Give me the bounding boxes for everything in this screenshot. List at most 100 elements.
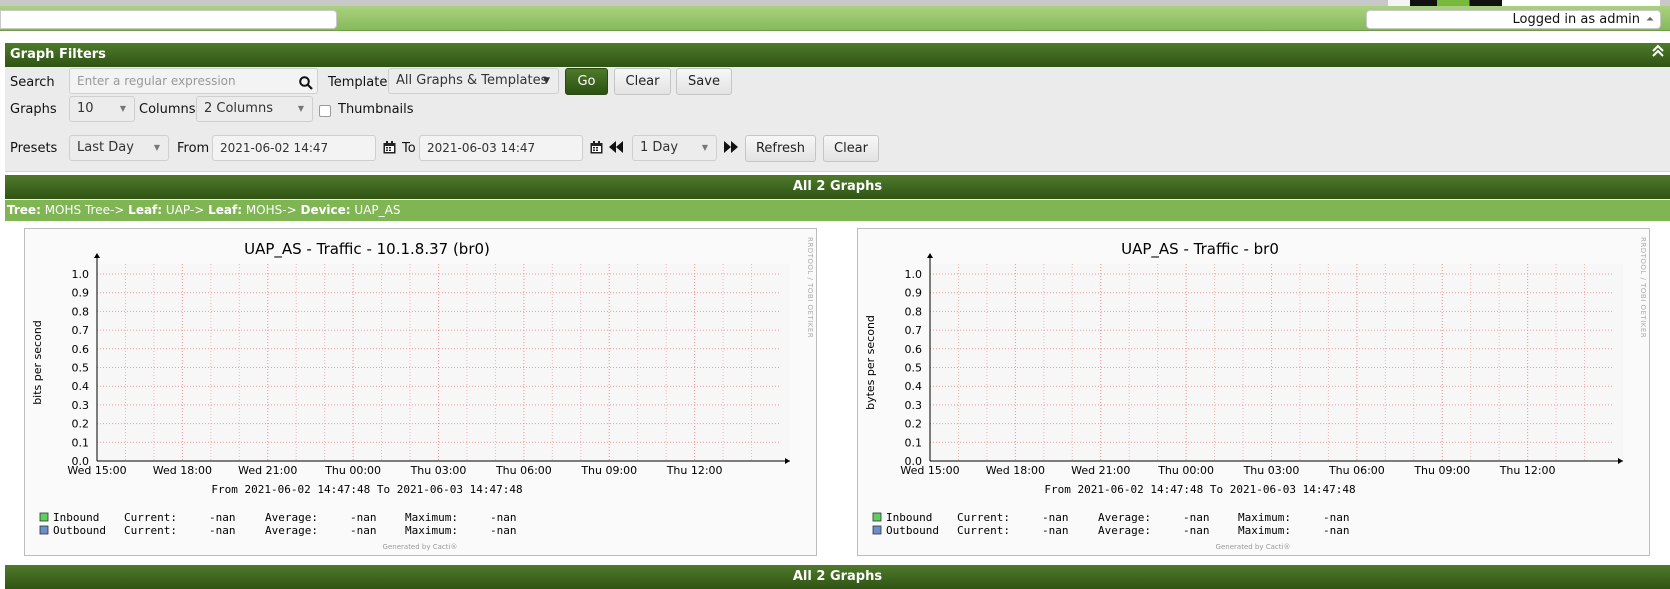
x-tick-label: Wed 18:00 bbox=[986, 464, 1045, 477]
presets-select[interactable]: Last Day ▼ bbox=[69, 135, 169, 161]
legend-maximum-label: Maximum: bbox=[405, 524, 458, 537]
breadcrumb[interactable] bbox=[0, 10, 337, 29]
presets-label: Presets bbox=[10, 141, 58, 156]
user-menu-label: Logged in as admin bbox=[1512, 12, 1640, 27]
timespan-value: 1 Day bbox=[640, 140, 679, 155]
thumbnails-label: Thumbnails bbox=[338, 102, 414, 117]
graph-card[interactable]: 0.0 0.1 0.2 0.3 0.4 0.5 0.6 0.7 0.8 0.9 1.0 Wed 15:… bbox=[857, 228, 1650, 556]
plot-area bbox=[97, 264, 790, 461]
to-date-value: 2021-06-03 14:47 bbox=[427, 141, 536, 155]
refresh-button[interactable]: Refresh bbox=[745, 135, 816, 162]
go-button[interactable]: Go bbox=[565, 68, 608, 95]
shift-left-icon[interactable] bbox=[609, 141, 624, 157]
leaf-value: MOHS-> bbox=[245, 203, 297, 217]
graph-card[interactable]: 0.0 0.1 0.2 0.3 0.4 0.5 0.6 0.7 0.8 0.9 1.0 Wed 15:… bbox=[24, 228, 817, 556]
graph-title: UAP_AS - Traffic - br0 bbox=[1121, 240, 1279, 259]
tree-value: MOHS Tree-> bbox=[44, 203, 125, 217]
x-tick-label: Wed 21:00 bbox=[1071, 464, 1130, 477]
section-header: All 2 Graphs bbox=[5, 175, 1670, 199]
columns-value: 2 Columns bbox=[204, 101, 273, 116]
legend-average-label: Average: bbox=[1098, 511, 1151, 524]
rrdtool-credit: RRDTOOL / TOBI OETIKER bbox=[1639, 237, 1647, 338]
x-tick-label: Thu 00:00 bbox=[324, 464, 381, 477]
legend-maximum-label: Maximum: bbox=[1238, 511, 1291, 524]
columns-label: Columns bbox=[139, 102, 196, 117]
legend-current-label: Current: bbox=[124, 511, 177, 524]
to-date-input[interactable]: 2021-06-03 14:47 bbox=[419, 135, 583, 161]
calendar-icon[interactable] bbox=[383, 141, 396, 158]
legend-swatch bbox=[872, 512, 882, 522]
graphs-label: Graphs bbox=[10, 102, 57, 117]
x-tick-label: Wed 15:00 bbox=[900, 464, 959, 477]
search-label: Search bbox=[10, 75, 55, 90]
legend-current-label: Current: bbox=[124, 524, 177, 537]
x-tick-label: Wed 18:00 bbox=[153, 464, 212, 477]
legend-swatch bbox=[39, 525, 49, 535]
y-tick-label: 0.6 bbox=[905, 343, 923, 356]
template-select[interactable]: All Graphs & Templates ▼ bbox=[388, 68, 559, 94]
legend-series-name: Outbound bbox=[886, 524, 939, 537]
user-menu[interactable]: Logged in as admin ⏶ bbox=[1366, 10, 1661, 29]
clear-timespan-button[interactable]: Clear bbox=[823, 135, 879, 162]
chevron-down-icon: ▼ bbox=[297, 104, 304, 113]
plot-area bbox=[930, 264, 1623, 461]
y-tick-label: 0.4 bbox=[905, 380, 923, 393]
legend-average-value: -nan bbox=[1183, 524, 1210, 537]
x-tick-label: Thu 06:00 bbox=[495, 464, 552, 477]
columns-select[interactable]: 2 Columns ▼ bbox=[196, 96, 313, 122]
y-tick-label: 0.9 bbox=[905, 287, 923, 300]
x-tick-label: Wed 21:00 bbox=[238, 464, 297, 477]
y-tick-label: 1.0 bbox=[72, 268, 90, 281]
presets-value: Last Day bbox=[77, 140, 134, 155]
y-tick-label: 0.6 bbox=[72, 343, 90, 356]
legend-current-value: -nan bbox=[209, 511, 236, 524]
search-input[interactable]: Enter a regular expression bbox=[69, 68, 318, 94]
double-chevron-up-icon[interactable] bbox=[1652, 43, 1664, 67]
y-tick-label: 0.2 bbox=[72, 418, 90, 431]
generated-by-label: Generated by Cacti® bbox=[1216, 543, 1291, 551]
y-tick-label: 0.7 bbox=[72, 324, 90, 337]
y-tick-label: 0.7 bbox=[905, 324, 923, 337]
y-tick-label: 0.8 bbox=[72, 305, 90, 318]
time-range-label: From 2021-06-02 14:47:48 To 2021-06-03 1… bbox=[1044, 483, 1355, 496]
graph-filters-title: Graph Filters bbox=[10, 47, 106, 62]
calendar-icon[interactable] bbox=[590, 141, 603, 158]
y-axis-arrow bbox=[94, 253, 100, 258]
graphs-per-page-select[interactable]: 10 ▼ bbox=[69, 96, 135, 122]
save-filter-button[interactable]: Save bbox=[676, 68, 732, 95]
x-tick-label: Thu 03:00 bbox=[1243, 464, 1300, 477]
to-label: To bbox=[402, 141, 416, 156]
shift-right-icon[interactable] bbox=[724, 141, 739, 157]
x-tick-label: Thu 09:00 bbox=[1413, 464, 1470, 477]
x-tick-label: Thu 06:00 bbox=[1328, 464, 1385, 477]
from-label: From bbox=[177, 141, 210, 156]
y-axis-label: bits per second bbox=[31, 320, 44, 405]
x-tick-label: Thu 09:00 bbox=[580, 464, 637, 477]
template-label: Template bbox=[328, 75, 388, 90]
rrdtool-credit: RRDTOOL / TOBI OETIKER bbox=[806, 237, 814, 338]
x-tick-label: Wed 15:00 bbox=[67, 464, 126, 477]
y-axis-label: bytes per second bbox=[864, 315, 877, 410]
legend-current-value: -nan bbox=[1042, 524, 1069, 537]
chevron-down-icon: ▼ bbox=[701, 143, 708, 152]
legend-swatch bbox=[39, 512, 49, 522]
clear-filter-button[interactable]: Clear bbox=[614, 68, 671, 95]
legend-maximum-label: Maximum: bbox=[405, 511, 458, 524]
search-icon[interactable] bbox=[299, 74, 313, 98]
timespan-select[interactable]: 1 Day ▼ bbox=[632, 135, 717, 161]
legend-series-name: Outbound bbox=[53, 524, 106, 537]
thumbnails-checkbox[interactable] bbox=[319, 105, 331, 117]
legend-maximum-value: -nan bbox=[1323, 511, 1350, 524]
y-tick-label: 0.5 bbox=[905, 362, 923, 375]
graphs-value: 10 bbox=[77, 101, 94, 116]
chevron-down-icon: ▼ bbox=[119, 104, 126, 113]
leaf-value: UAP-> bbox=[165, 203, 205, 217]
x-tick-label: Thu 03:00 bbox=[410, 464, 467, 477]
legend-current-value: -nan bbox=[1042, 511, 1069, 524]
search-placeholder: Enter a regular expression bbox=[77, 74, 236, 88]
graph-filters-header[interactable]: Graph Filters bbox=[5, 43, 1670, 67]
y-tick-label: 0.3 bbox=[72, 399, 90, 412]
y-tick-label: 1.0 bbox=[905, 268, 923, 281]
from-date-input[interactable]: 2021-06-02 14:47 bbox=[212, 135, 376, 161]
legend-average-label: Average: bbox=[1098, 524, 1151, 537]
